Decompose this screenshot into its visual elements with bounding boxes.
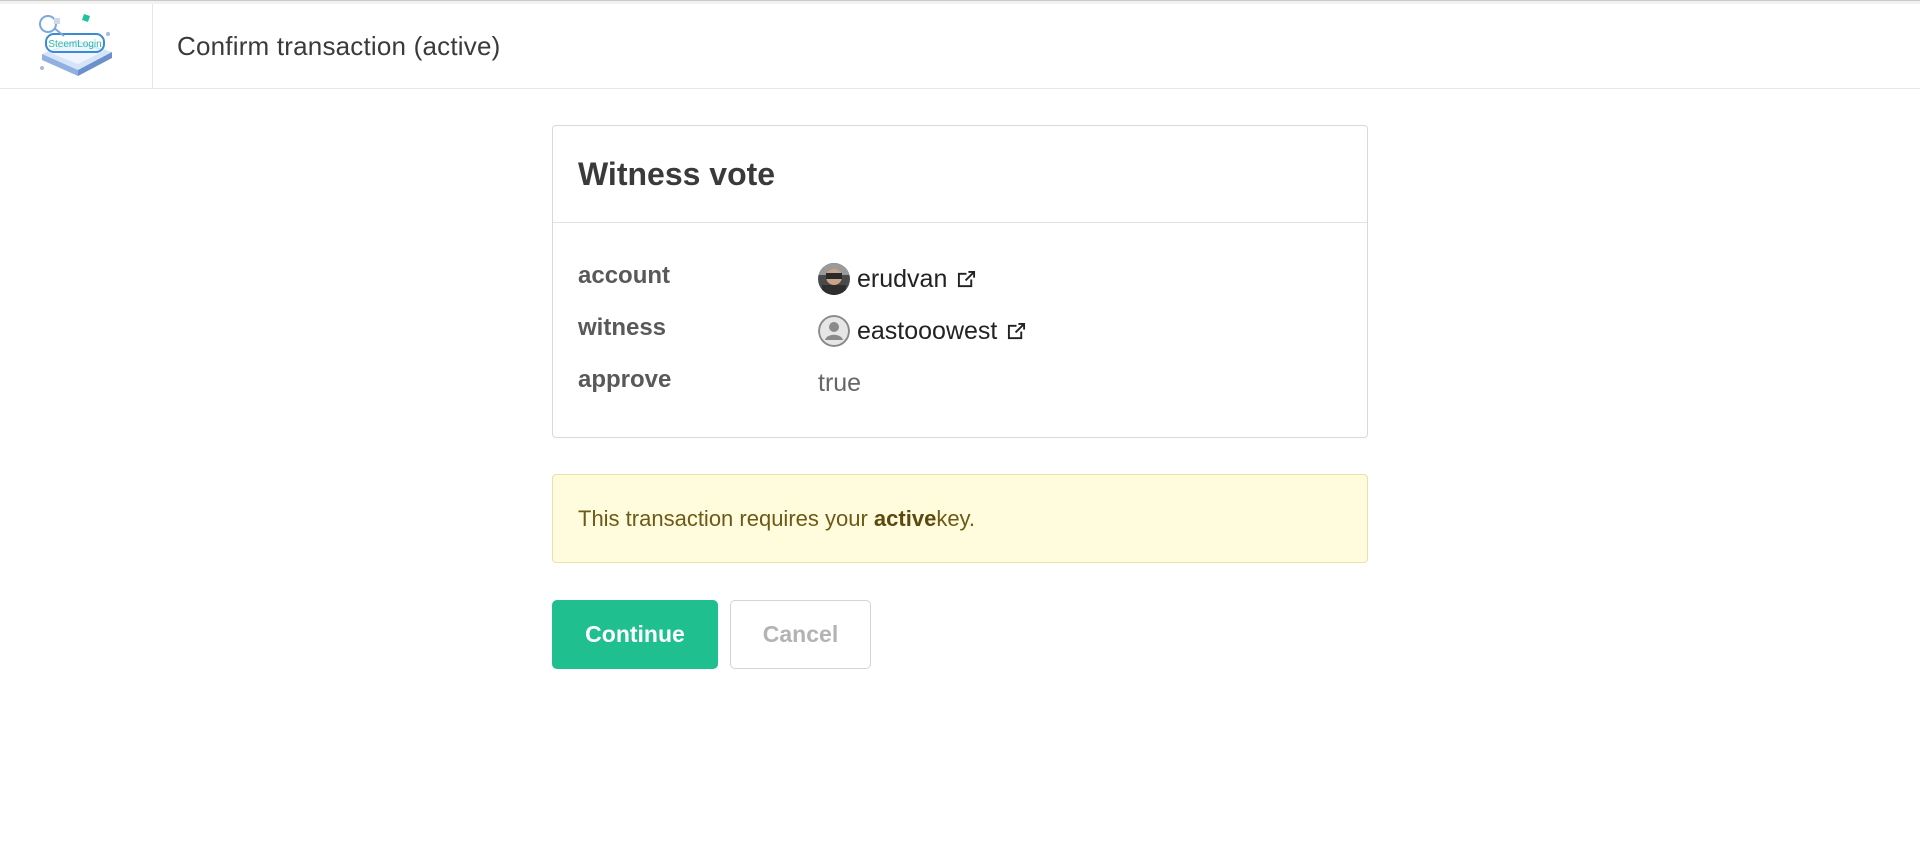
logo-container[interactable]: SteemLogin — [0, 4, 153, 88]
cancel-button[interactable]: Cancel — [730, 600, 871, 669]
steemlogin-logo-icon: SteemLogin — [39, 14, 112, 76]
app-header: SteemLogin Confirm transaction (active) — [0, 4, 1920, 89]
page-title: Confirm transaction (active) — [177, 30, 501, 61]
operation-title: Witness vote — [578, 156, 776, 192]
notice-key-type: active — [873, 505, 937, 531]
detail-key: approve — [578, 366, 672, 393]
detail-key: account — [578, 262, 671, 289]
detail-row-witness: witness eastooowest — [578, 305, 1342, 357]
detail-key: witness — [578, 314, 667, 341]
account-name-link[interactable]: erudvan — [857, 265, 947, 294]
external-link-icon[interactable] — [957, 270, 976, 289]
active-key-notice: This transaction requires your active ke… — [552, 474, 1368, 563]
witness-name-link[interactable]: eastooowest — [857, 317, 997, 346]
notice-suffix: key. — [936, 505, 976, 531]
detail-row-approve: approve true — [578, 357, 1342, 409]
detail-value: eastooowest — [818, 315, 1026, 347]
svg-text:SteemLogin: SteemLogin — [48, 39, 101, 50]
external-link-icon[interactable] — [1007, 322, 1026, 341]
operation-card: Witness vote account erudvan witness eas… — [552, 125, 1368, 438]
card-body: account erudvan witness eastooowest appr… — [553, 223, 1367, 437]
detail-row-account: account erudvan — [578, 253, 1342, 305]
approve-value: true — [818, 368, 862, 397]
card-header: Witness vote — [553, 126, 1367, 223]
main-content: Witness vote account erudvan witness eas… — [552, 125, 1368, 669]
action-buttons: Continue Cancel — [552, 600, 1368, 669]
default-user-avatar — [818, 315, 850, 347]
user-photo-avatar — [818, 263, 850, 295]
continue-button[interactable]: Continue — [552, 600, 718, 669]
detail-value: erudvan — [818, 263, 976, 295]
notice-prefix: This transaction requires your — [578, 505, 868, 531]
